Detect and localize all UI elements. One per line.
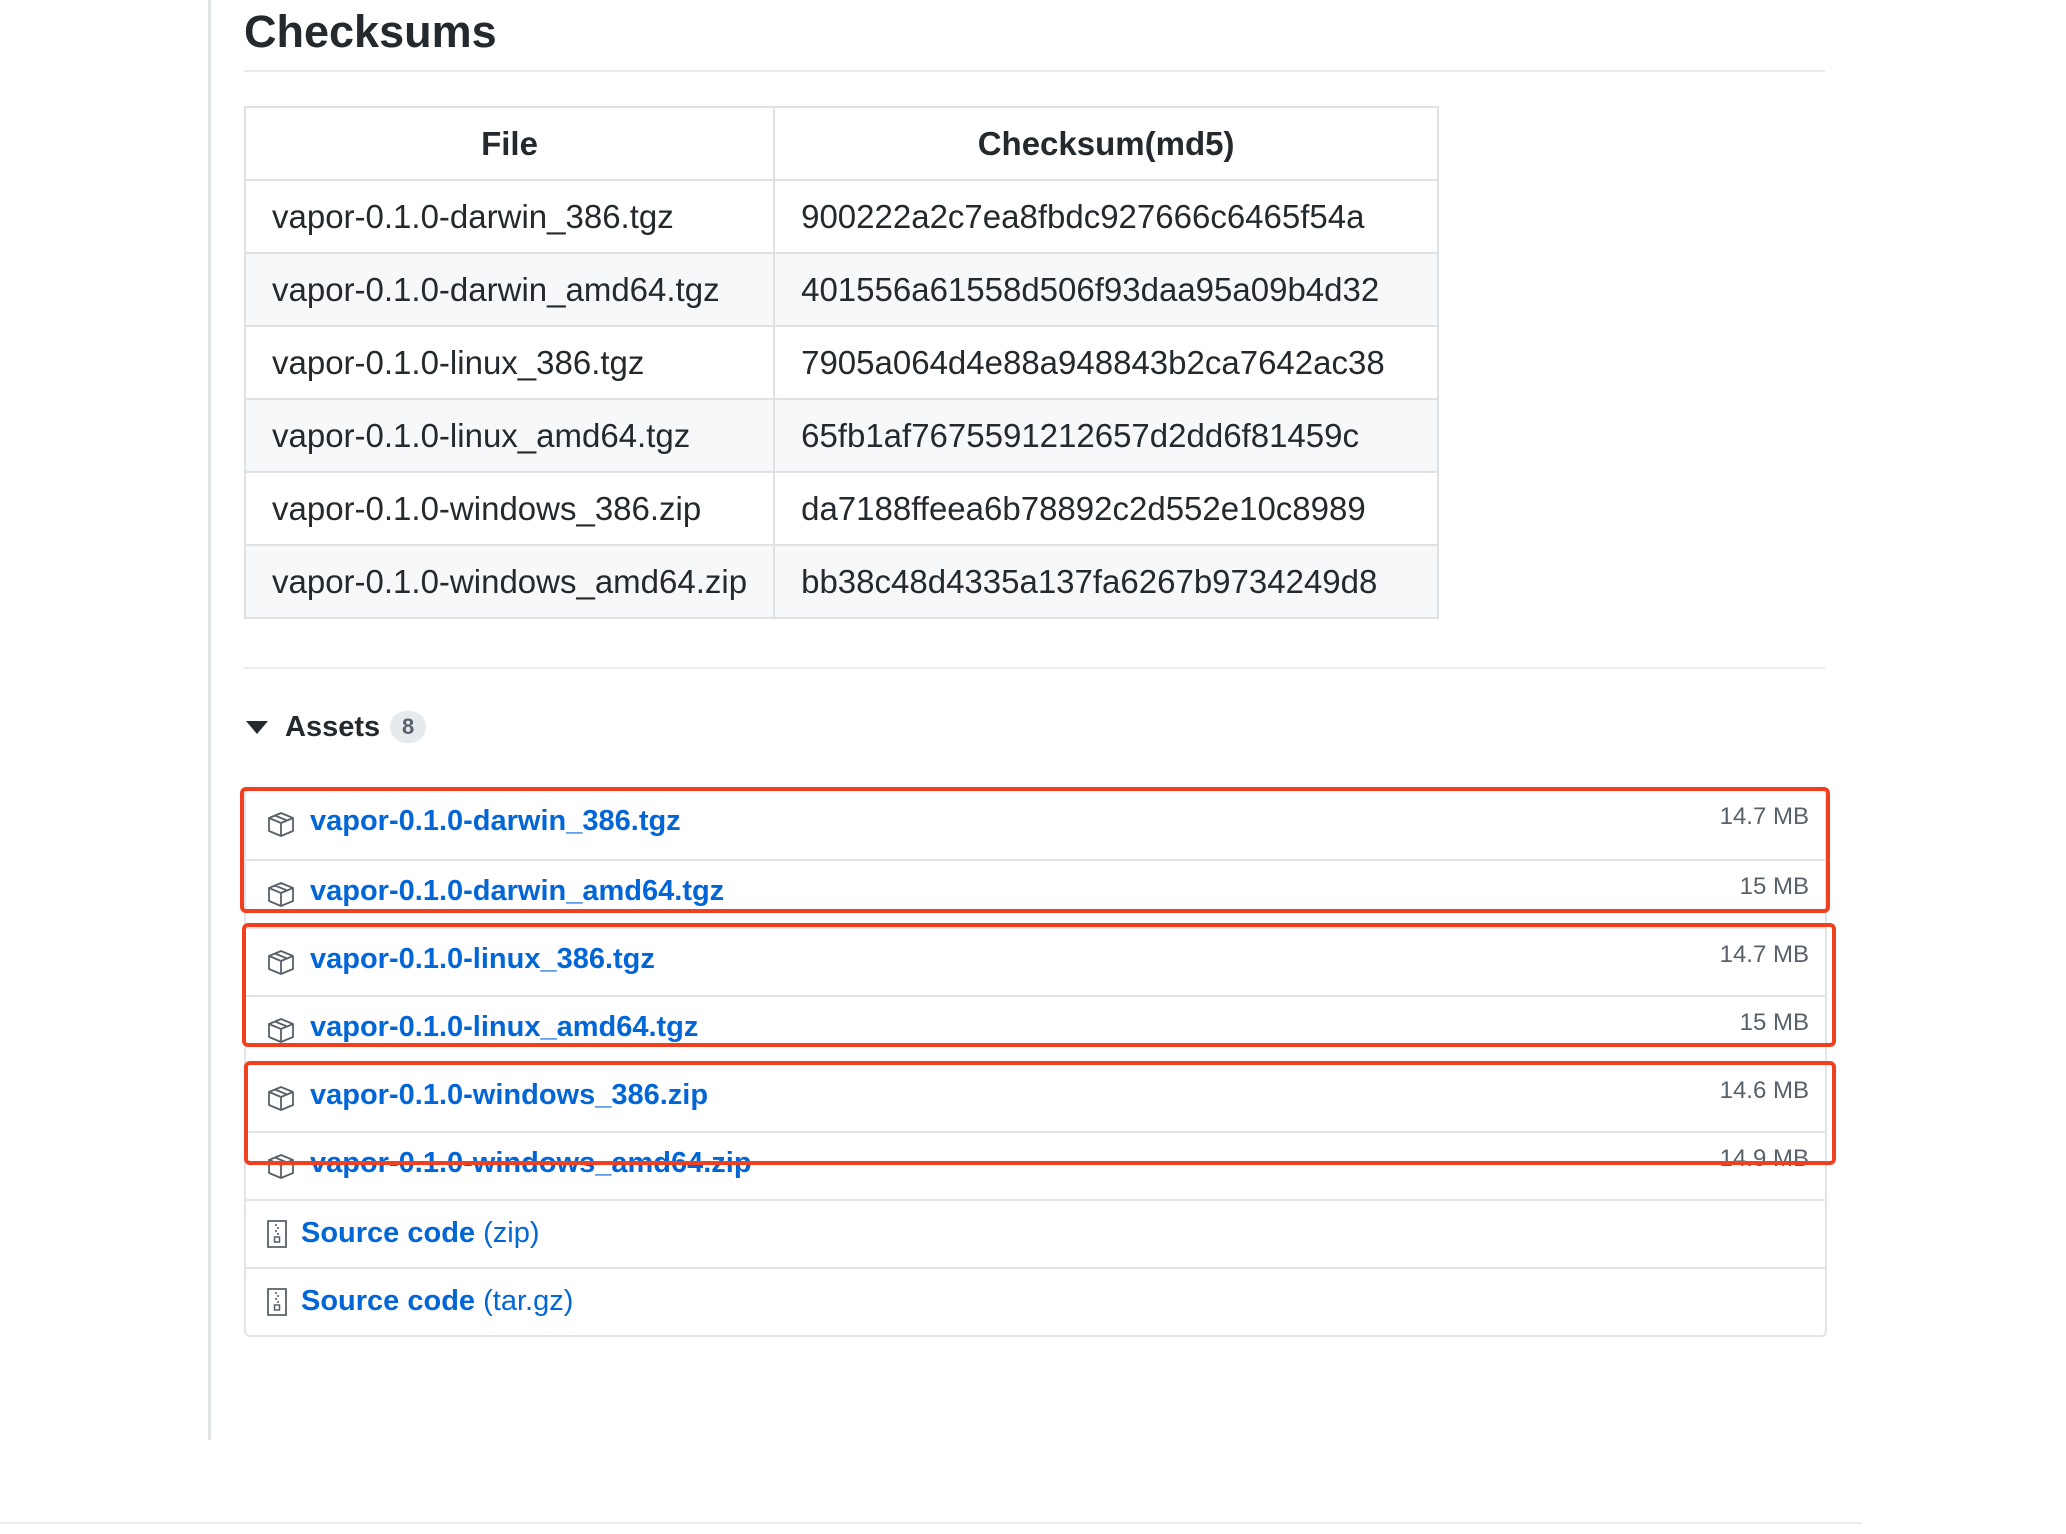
file-cell: vapor-0.1.0-darwin_386.tgz <box>243 179 776 254</box>
checksum-cell: 401556a61558d506f93daa95a09b4d32 <box>773 252 1440 327</box>
section-divider <box>244 667 1825 669</box>
file-cell: vapor-0.1.0-linux_386.tgz <box>243 325 776 400</box>
file-zip-icon <box>267 1220 287 1248</box>
file-cell: vapor-0.1.0-windows_amd64.zip <box>243 544 776 619</box>
file-cell: vapor-0.1.0-linux_amd64.tgz <box>243 398 776 473</box>
file-cell: vapor-0.1.0-windows_386.zip <box>243 471 776 546</box>
source-format: (tar.gz) <box>483 1285 574 1317</box>
footer-divider <box>0 1522 1862 1524</box>
table-header-row: File Checksum(md5) <box>243 106 1440 181</box>
highlight-linux <box>242 923 1836 1047</box>
table-row: vapor-0.1.0-linux_386.tgz 7905a064d4e88a… <box>243 325 1440 400</box>
release-page: Checksums File Checksum(md5) vapor-0.1.0… <box>0 0 2066 1534</box>
checksum-cell: 900222a2c7ea8fbdc927666c6465f54a <box>773 179 1440 254</box>
checksums-table: File Checksum(md5) vapor-0.1.0-darwin_38… <box>243 106 1440 619</box>
timeline-rule <box>208 0 211 1440</box>
release-body: Checksums File Checksum(md5) vapor-0.1.0… <box>240 0 1836 1337</box>
table-row: vapor-0.1.0-darwin_amd64.tgz 401556a6155… <box>243 252 1440 327</box>
checksums-heading: Checksums <box>244 0 1825 72</box>
highlight-darwin <box>240 787 1830 913</box>
checksum-cell: 7905a064d4e88a948843b2ca7642ac38 <box>773 325 1440 400</box>
source-row: Source code (zip) <box>246 1199 1825 1267</box>
assets-count-badge: 8 <box>390 711 427 743</box>
checksum-cell: da7188ffeea6b78892c2d552e10c8989 <box>773 471 1440 546</box>
checksum-cell: bb38c48d4335a137fa6267b9734249d8 <box>773 544 1440 619</box>
column-header-checksum: Checksum(md5) <box>773 106 1440 181</box>
source-format: (zip) <box>483 1217 540 1249</box>
assets-toggle[interactable]: Assets 8 <box>244 705 1825 749</box>
file-zip-icon <box>267 1288 287 1316</box>
assets-label: Assets <box>285 710 381 743</box>
source-code-zip-link[interactable]: Source code (zip) <box>301 1217 540 1250</box>
source-code-label: Source code <box>301 1217 476 1249</box>
table-row: vapor-0.1.0-windows_386.zip da7188ffeea6… <box>243 471 1440 546</box>
file-cell: vapor-0.1.0-darwin_amd64.tgz <box>243 252 776 327</box>
source-row: Source code (tar.gz) <box>246 1267 1825 1335</box>
triangle-down-icon <box>246 720 268 734</box>
table-row: vapor-0.1.0-linux_amd64.tgz 65fb1af76755… <box>243 398 1440 473</box>
column-header-file: File <box>243 106 776 181</box>
highlight-windows <box>244 1061 1836 1165</box>
table-row: vapor-0.1.0-windows_amd64.zip bb38c48d43… <box>243 544 1440 619</box>
checksum-cell: 65fb1af7675591212657d2dd6f81459c <box>773 398 1440 473</box>
asset-list: vapor-0.1.0-darwin_386.tgz 14.7 MB vapor… <box>240 787 1836 1337</box>
source-code-targz-link[interactable]: Source code (tar.gz) <box>301 1285 573 1318</box>
source-code-label: Source code <box>301 1285 476 1317</box>
table-row: vapor-0.1.0-darwin_386.tgz 900222a2c7ea8… <box>243 179 1440 254</box>
